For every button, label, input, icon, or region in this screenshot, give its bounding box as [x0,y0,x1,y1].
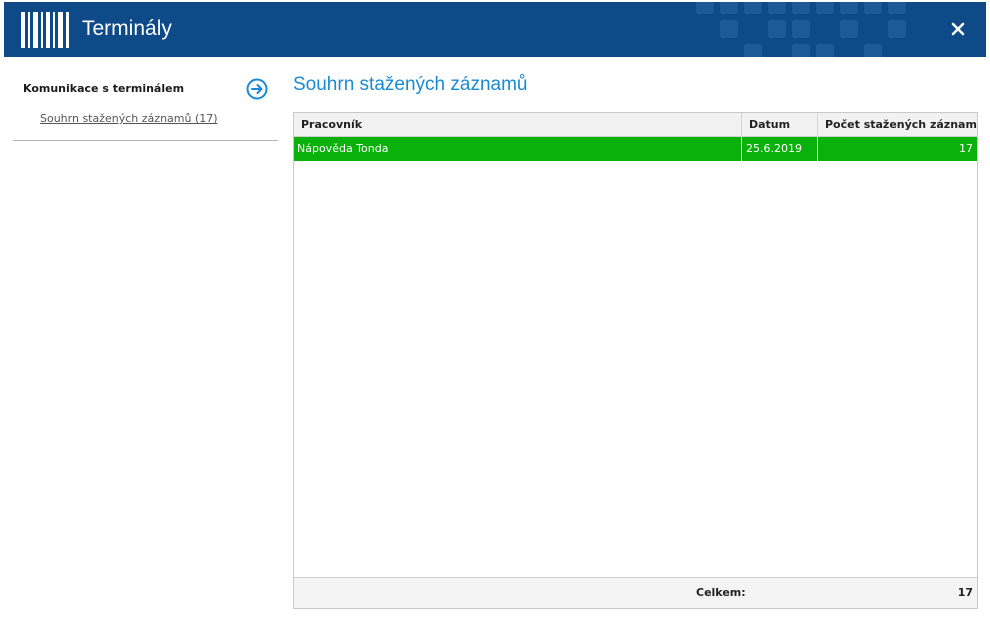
column-header-worker[interactable]: Pracovník [294,113,742,137]
sidebar-item-summary[interactable]: Souhrn stažených záznamů (17) [40,112,218,125]
sidebar-section-title: Komunikace s terminálem [23,82,185,95]
cell-worker: Nápověda Tonda [294,137,742,161]
sidebar-divider [13,140,278,141]
table-header: Pracovník Datum Počet stažených záznamů [294,113,977,137]
table-row[interactable]: Nápověda Tonda 25.6.2019 17 [294,137,977,161]
column-header-date[interactable]: Datum [742,113,818,137]
close-icon[interactable] [948,19,968,39]
barcode-icon [21,12,69,48]
records-table: Pracovník Datum Počet stažených záznamů … [293,112,978,609]
table-footer: Celkem: 17 [294,577,977,608]
total-label: Celkem: [696,586,746,599]
cell-count: 17 [959,142,973,155]
total-value: 17 [957,586,973,599]
column-header-count[interactable]: Počet stažených záznamů [818,113,977,137]
arrow-right-circle-icon[interactable] [245,77,269,101]
cell-date: 25.6.2019 [742,137,818,161]
window-titlebar: Terminály [4,2,986,57]
window-title: Terminály [82,17,172,40]
decorative-squares-pattern [696,2,906,57]
page-title: Souhrn stažených záznamů [293,74,528,95]
